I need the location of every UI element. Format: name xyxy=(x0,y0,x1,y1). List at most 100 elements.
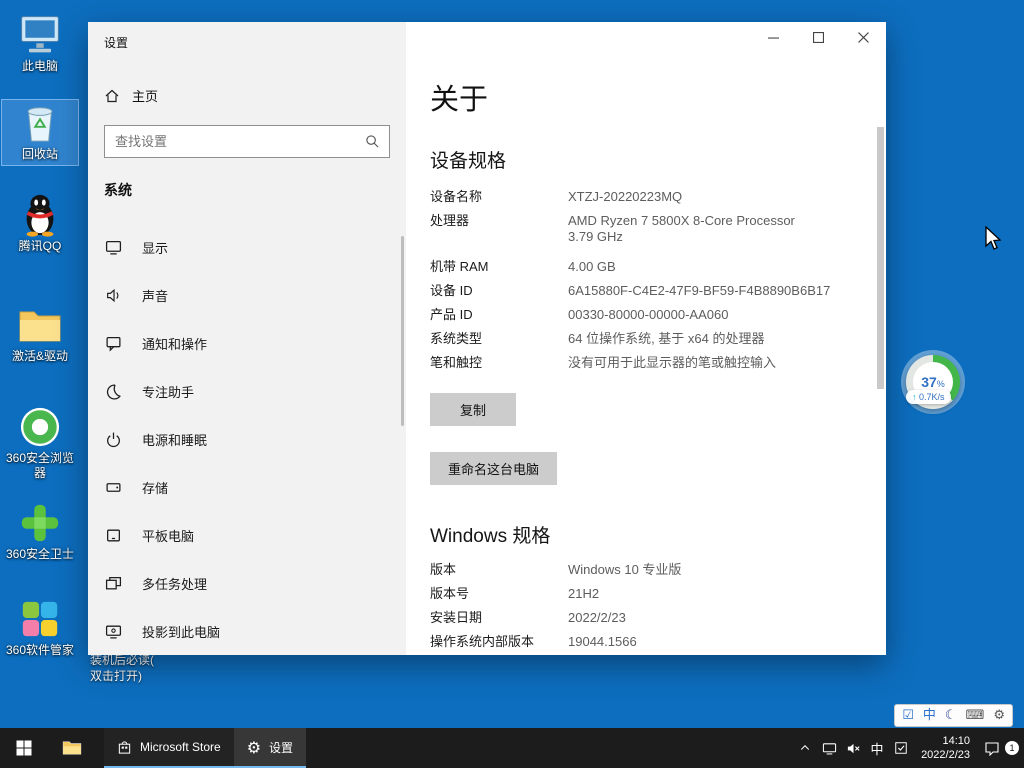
content-scrollbar[interactable] xyxy=(877,127,884,389)
tray-volume-button[interactable] xyxy=(841,728,865,768)
sidebar-item-notifications[interactable]: 通知和操作 xyxy=(88,319,406,367)
desktop-icon-label: 360安全浏览器 xyxy=(2,451,78,481)
qq-icon xyxy=(18,194,62,236)
ime-settings-icon[interactable]: ⚙ xyxy=(993,709,1005,722)
taskbar-app-label: 设置 xyxy=(269,739,293,756)
sidebar-scrollbar[interactable] xyxy=(401,236,404,426)
start-button[interactable] xyxy=(0,728,48,768)
close-icon xyxy=(858,32,869,43)
settings-sidebar: 设置 主页 系统 显示 声音 通知和操作 xyxy=(88,22,406,655)
system-tray: 中 14:10 2022/2/23 1 xyxy=(793,728,1024,768)
storage-icon xyxy=(105,479,122,496)
360-manager-icon xyxy=(18,598,62,640)
microsoft-store-icon xyxy=(117,740,132,755)
sidebar-item-sound[interactable]: 声音 xyxy=(88,271,406,319)
folder-icon xyxy=(18,304,62,346)
volume-muted-icon xyxy=(846,741,861,756)
search-icon xyxy=(365,134,389,149)
desktop-icon-label: 激活&驱动 xyxy=(12,349,68,364)
file-explorer-icon xyxy=(62,740,82,756)
minimize-button[interactable] xyxy=(751,22,796,52)
spec-row: 设备名称XTZJ-20220223MQ xyxy=(430,189,846,205)
clock-time: 14:10 xyxy=(921,734,970,748)
spec-row: 笔和触控没有可用于此显示器的笔或触控输入 xyxy=(430,355,846,371)
ime-language-bar: ☑ 中 ☾ ⌨ ⚙ xyxy=(894,704,1013,727)
taskbar-app-settings[interactable]: ⚙ 设置 xyxy=(234,728,306,768)
taskbar-app-microsoft-store[interactable]: Microsoft Store xyxy=(104,728,234,768)
desktop-icon-360-browser[interactable]: 360安全浏览器 xyxy=(2,404,78,484)
power-icon xyxy=(105,431,122,448)
home-icon xyxy=(104,88,120,104)
memory-percent: 37 xyxy=(921,374,937,390)
360-guard-icon xyxy=(18,502,62,544)
desktop-icon-360-guard[interactable]: 360安全卫士 xyxy=(2,500,78,565)
notification-count-badge: 1 xyxy=(1005,741,1019,755)
windows-specs-table: 版本Windows 10 专业版 版本号21H2 安装日期2022/2/23 操… xyxy=(430,562,846,650)
clock-date: 2022/2/23 xyxy=(921,748,970,762)
network-icon xyxy=(822,741,837,756)
device-specs-heading: 设备规格 xyxy=(430,146,846,173)
multitasking-icon xyxy=(105,575,122,592)
sidebar-nav: 显示 声音 通知和操作 专注助手 电源和睡眠 存储 xyxy=(88,223,406,655)
windows-logo-icon xyxy=(16,740,32,756)
fullwidth-moon-icon[interactable]: ☾ xyxy=(945,709,957,722)
check-square-icon[interactable]: ☑ xyxy=(902,709,914,722)
spec-row: 操作系统内部版本19044.1566 xyxy=(430,634,846,650)
soft-keyboard-icon[interactable]: ⌨ xyxy=(966,709,985,722)
speaker-icon xyxy=(105,287,122,304)
up-arrow-icon: ↑ xyxy=(912,392,917,402)
sidebar-item-power-sleep[interactable]: 电源和睡眠 xyxy=(88,415,406,463)
maximize-button[interactable] xyxy=(796,22,841,52)
taskbar-clock[interactable]: 14:10 2022/2/23 xyxy=(913,734,978,762)
maximize-icon xyxy=(813,32,824,43)
focus-assist-icon xyxy=(105,383,122,400)
taskbar: Microsoft Store ⚙ 设置 中 14:10 2022/2/23 1 xyxy=(0,728,1024,768)
desktop-icon-label: 360安全卫士 xyxy=(6,547,74,562)
copy-button[interactable]: 复制 xyxy=(430,393,516,426)
sidebar-section-title: 系统 xyxy=(104,180,132,200)
file-explorer-button[interactable] xyxy=(48,728,96,768)
spec-row: 安装日期2022/2/23 xyxy=(430,610,846,626)
sidebar-item-display[interactable]: 显示 xyxy=(88,223,406,271)
sidebar-item-projecting[interactable]: 投影到此电脑 xyxy=(88,607,406,655)
close-button[interactable] xyxy=(841,22,886,52)
ime-chinese-mode-icon[interactable]: 中 xyxy=(923,709,936,722)
action-center-button[interactable]: 1 xyxy=(978,728,1024,768)
taskbar-app-label: Microsoft Store xyxy=(140,740,221,754)
360-browser-icon xyxy=(18,406,62,448)
desktop-icon-qq[interactable]: 腾讯QQ xyxy=(2,192,78,257)
recycle-bin-icon xyxy=(18,102,62,144)
device-specs-table: 设备名称XTZJ-20220223MQ 处理器AMD Ryzen 7 5800X… xyxy=(430,189,846,371)
tray-ime-indicator[interactable]: 中 xyxy=(865,728,889,768)
projecting-icon xyxy=(105,623,122,640)
tray-show-hidden-icons-button[interactable] xyxy=(793,728,817,768)
spec-row: 系统类型64 位操作系统, 基于 x64 的处理器 xyxy=(430,331,846,347)
sidebar-item-tablet[interactable]: 平板电脑 xyxy=(88,511,406,559)
settings-gear-icon: ⚙ xyxy=(247,738,261,757)
360-speed-ball[interactable]: 37% ↑ 0.7K/s xyxy=(901,350,965,414)
window-title: 设置 xyxy=(104,34,128,51)
notifications-icon xyxy=(105,335,122,352)
minimize-icon xyxy=(768,32,779,43)
spec-row: 产品 ID00330-80000-00000-AA060 xyxy=(430,307,846,323)
sidebar-item-storage[interactable]: 存储 xyxy=(88,463,406,511)
spec-row: 版本Windows 10 专业版 xyxy=(430,562,846,578)
settings-window: 设置 主页 系统 显示 声音 通知和操作 xyxy=(88,22,886,655)
tray-network-button[interactable] xyxy=(817,728,841,768)
desktop-icon-drivers-folder[interactable]: 激活&驱动 xyxy=(2,302,78,367)
network-speed-label: ↑ 0.7K/s xyxy=(906,390,951,404)
desktop-icon-this-pc[interactable]: 此电脑 xyxy=(2,12,78,77)
chevron-up-icon xyxy=(799,742,811,754)
settings-search-input[interactable] xyxy=(105,134,365,149)
sidebar-item-home[interactable]: 主页 xyxy=(104,86,158,105)
settings-content: 关于 设备规格 设备名称XTZJ-20220223MQ 处理器AMD Ryzen… xyxy=(406,22,886,655)
sidebar-item-multitasking[interactable]: 多任务处理 xyxy=(88,559,406,607)
sidebar-item-focus-assist[interactable]: 专注助手 xyxy=(88,367,406,415)
rename-pc-button[interactable]: 重命名这台电脑 xyxy=(430,452,557,485)
desktop-icon-readme-label[interactable]: 装机后必读( 双击打开) xyxy=(90,652,170,684)
settings-search-box[interactable] xyxy=(104,125,390,158)
desktop-icon-360-manager[interactable]: 360软件管家 xyxy=(2,596,78,661)
desktop-icon-recycle-bin[interactable]: 回收站 xyxy=(2,100,78,165)
tray-security-button[interactable] xyxy=(889,728,913,768)
spec-row: 机带 RAM4.00 GB xyxy=(430,259,846,275)
